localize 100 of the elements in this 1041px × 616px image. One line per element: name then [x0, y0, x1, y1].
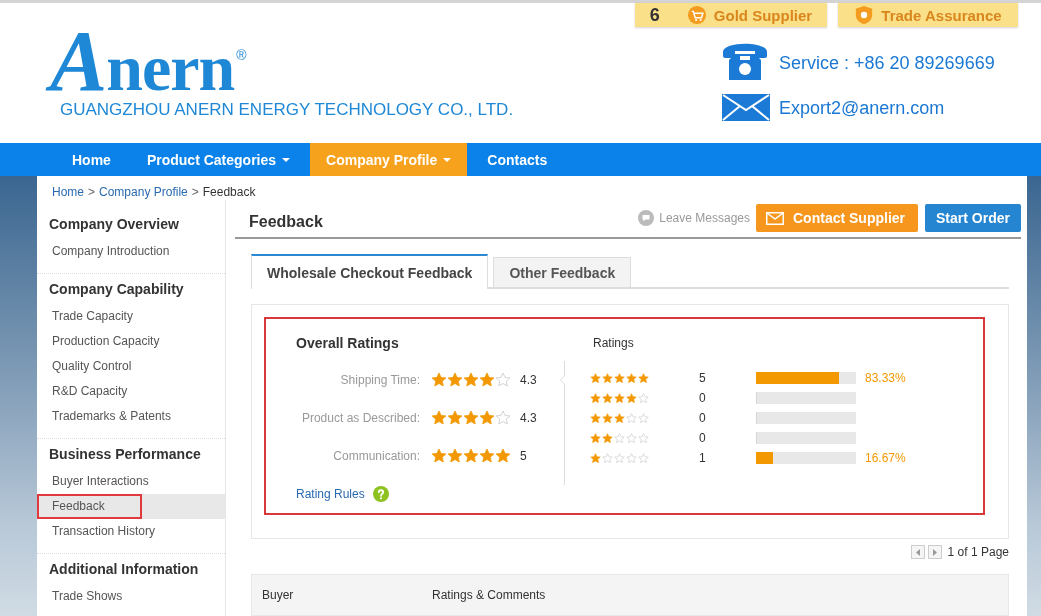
star-icon [463, 372, 479, 388]
star-icon [431, 448, 447, 464]
star-icon [602, 432, 613, 444]
sidebar-item[interactable]: Trade Capacity [37, 304, 225, 329]
sidebar-heading: Company Overview [48, 215, 180, 234]
shield-icon [854, 5, 875, 25]
tab[interactable]: Other Feedback [493, 257, 632, 287]
badge-label: Trade Assurance [881, 6, 1002, 24]
star-icon [602, 412, 613, 424]
tab[interactable]: Wholesale Checkout Feedback [251, 254, 489, 289]
section-heading: Overall Ratings [296, 335, 400, 351]
rating-count: 5 [699, 371, 707, 385]
star-icon [479, 410, 495, 426]
star-icon [463, 410, 479, 426]
star-icon [638, 432, 649, 444]
nav-link[interactable]: Product Categories [130, 143, 307, 176]
column-header: Buyer [261, 588, 295, 602]
star-icon [626, 372, 637, 384]
star-icon [479, 372, 495, 388]
rating-label: Product as Described: [300, 411, 420, 425]
star-icon [590, 432, 601, 444]
nav-link[interactable]: Contacts [471, 143, 564, 176]
caret-left-icon [915, 548, 920, 556]
star-icon [602, 372, 613, 384]
star-icon [614, 432, 625, 444]
envelope-icon [722, 94, 770, 121]
sidebar-item[interactable]: Transaction History [37, 519, 225, 544]
sidebar-heading: Business Performance [48, 445, 202, 464]
star-icon [447, 448, 463, 464]
sidebar-item[interactable]: Company Introduction [37, 239, 225, 264]
cart-icon [686, 5, 707, 25]
star-icon [614, 452, 625, 464]
rating-value: 4.3 [520, 411, 537, 425]
rating-count: 0 [699, 391, 707, 405]
star-icon [590, 412, 601, 424]
star-icon [614, 412, 625, 424]
sidebar-heading: Additional Information [48, 560, 200, 579]
rating-percent: 83.33% [865, 371, 906, 385]
breadcrumb-link[interactable]: Company Profile [99, 184, 188, 200]
star-icon [626, 392, 637, 404]
star-icon [638, 372, 649, 384]
star-icon [602, 392, 613, 404]
chat-icon [638, 210, 655, 226]
contact-text: Service : +86 20 89269669 [779, 51, 995, 74]
breadcrumb-separator: > [88, 184, 96, 200]
star-icon [638, 392, 649, 404]
star-icon [431, 410, 447, 426]
star-icon [447, 410, 463, 426]
star-icon [638, 412, 649, 424]
sidebar-item[interactable]: Trademarks & Patents [37, 404, 225, 429]
sidebar-item[interactable]: Buyer Interactions [37, 469, 225, 494]
nav-link[interactable]: Home [56, 143, 127, 176]
column-header: Ratings & Comments [432, 588, 546, 602]
rating-count: 0 [699, 431, 707, 445]
sidebar-item[interactable]: Feedback [37, 494, 225, 519]
registered-mark: ® [236, 47, 247, 63]
next-page-button[interactable] [927, 545, 942, 559]
previous-page-button[interactable] [910, 545, 925, 559]
star-icon [590, 372, 601, 384]
sidebar-item[interactable]: Trade Shows [37, 584, 225, 609]
star-icon [431, 372, 447, 388]
badge-label: Gold Supplier [713, 6, 813, 24]
help-icon[interactable] [372, 486, 389, 502]
sidebar-heading: Company Capability [48, 280, 185, 299]
rating-label: Shipping Time: [339, 373, 420, 387]
breadcrumb-separator: > [191, 184, 199, 200]
rating-count: 0 [699, 411, 707, 425]
star-icon [590, 392, 601, 404]
star-icon [626, 432, 637, 444]
star-icon [479, 448, 495, 464]
section-heading: Ratings [592, 335, 634, 351]
rating-count: 1 [699, 451, 707, 465]
rating-value: 5 [520, 449, 527, 463]
star-icon [447, 372, 463, 388]
sidebar-item[interactable]: Production Capacity [37, 329, 225, 354]
caret-right-icon [932, 548, 937, 556]
rating-rules-link[interactable]: Rating Rules [296, 486, 365, 502]
page-title: Feedback [248, 212, 323, 232]
page-count: 1 of 1 Page [947, 545, 1009, 559]
star-icon [495, 372, 511, 388]
breadcrumb-link[interactable]: Home [52, 184, 84, 200]
rating-value: 4.3 [520, 373, 537, 387]
rating-percent: 16.67% [865, 451, 906, 465]
star-icon [590, 452, 601, 464]
company-name: GUANGZHOU ANERN ENERGY TECHNOLOGY CO., LTD. [60, 100, 515, 120]
star-icon [626, 452, 637, 464]
breadcrumb-current: Feedback [202, 184, 256, 200]
star-icon [614, 372, 625, 384]
contact-text: Export2@anern.com [779, 96, 945, 119]
envelope-icon [766, 211, 784, 225]
star-icon [495, 448, 511, 464]
star-icon [614, 392, 625, 404]
sidebar-item[interactable]: R&D Capacity [37, 379, 225, 404]
star-icon [463, 448, 479, 464]
star-icon [638, 452, 649, 464]
sidebar-item[interactable]: Quality Control [37, 354, 225, 379]
rating-label: Communication: [332, 449, 420, 463]
start-order-button[interactable]: Start Order [925, 204, 1021, 232]
star-icon [626, 412, 637, 424]
star-icon [495, 410, 511, 426]
